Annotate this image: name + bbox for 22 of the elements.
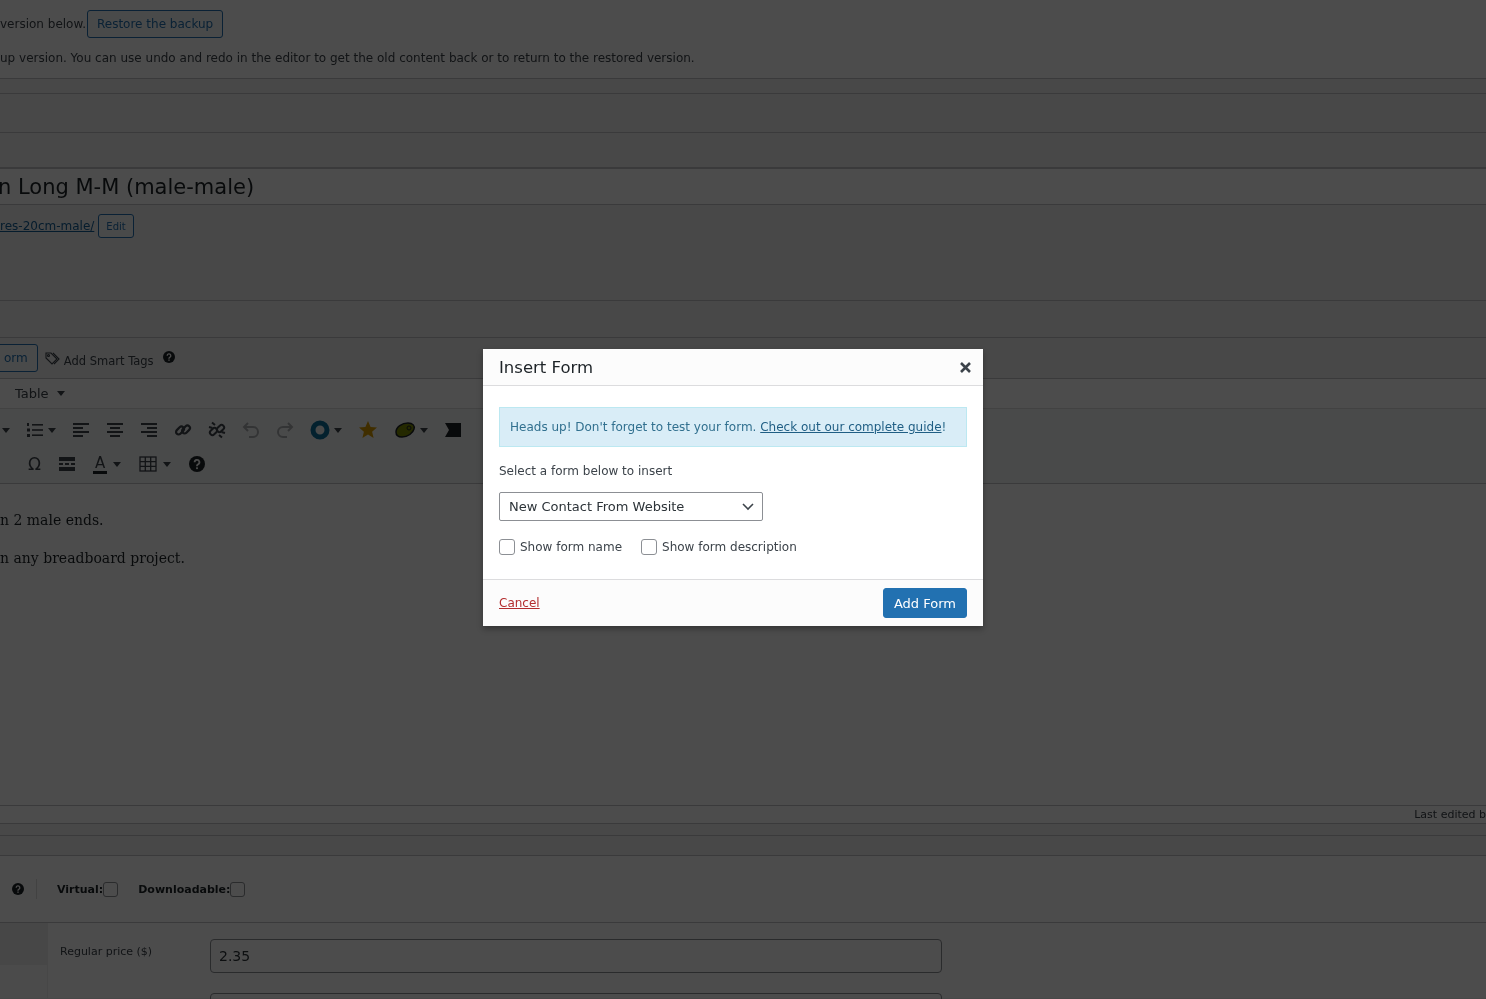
post-title-field[interactable]: n Long M-M (male-male) — [0, 174, 255, 199]
notice-text: version below. — [0, 17, 86, 31]
checkbox[interactable] — [499, 539, 515, 555]
chevron-down-icon — [742, 502, 754, 511]
menu-item[interactable]: Table — [15, 386, 49, 401]
cancel-link[interactable]: Cancel — [499, 596, 540, 610]
downloadable-label: Downloadable: — [138, 882, 231, 896]
add-form-button[interactable]: Add Form — [882, 588, 967, 618]
checkbox-label: Show form description — [662, 540, 797, 554]
notice-text: Heads up! Don't forget to test your form. Check out our complete guide! — [510, 420, 947, 434]
close-icon[interactable] — [960, 361, 971, 373]
guide-link[interactable]: Check out our complete guide — [760, 420, 942, 434]
select-label: Select a form below to insert — [499, 464, 674, 478]
editor-paragraph: n any breadboard project. — [0, 550, 186, 566]
checkbox[interactable] — [641, 539, 658, 555]
notice-text: up version. You can use undo and redo in the editor to get the old content back or to return to the restored version. — [0, 51, 696, 65]
checkbox-label: Show form name — [520, 540, 623, 554]
regular-price-label: Regular price ($) — [60, 944, 154, 960]
virtual-label: Virtual: — [57, 882, 104, 896]
form-select[interactable]: New Contact From Website — [499, 492, 763, 521]
editor-paragraph: n 2 male ends. — [0, 512, 105, 528]
dialog-title: Insert Form — [499, 357, 594, 377]
